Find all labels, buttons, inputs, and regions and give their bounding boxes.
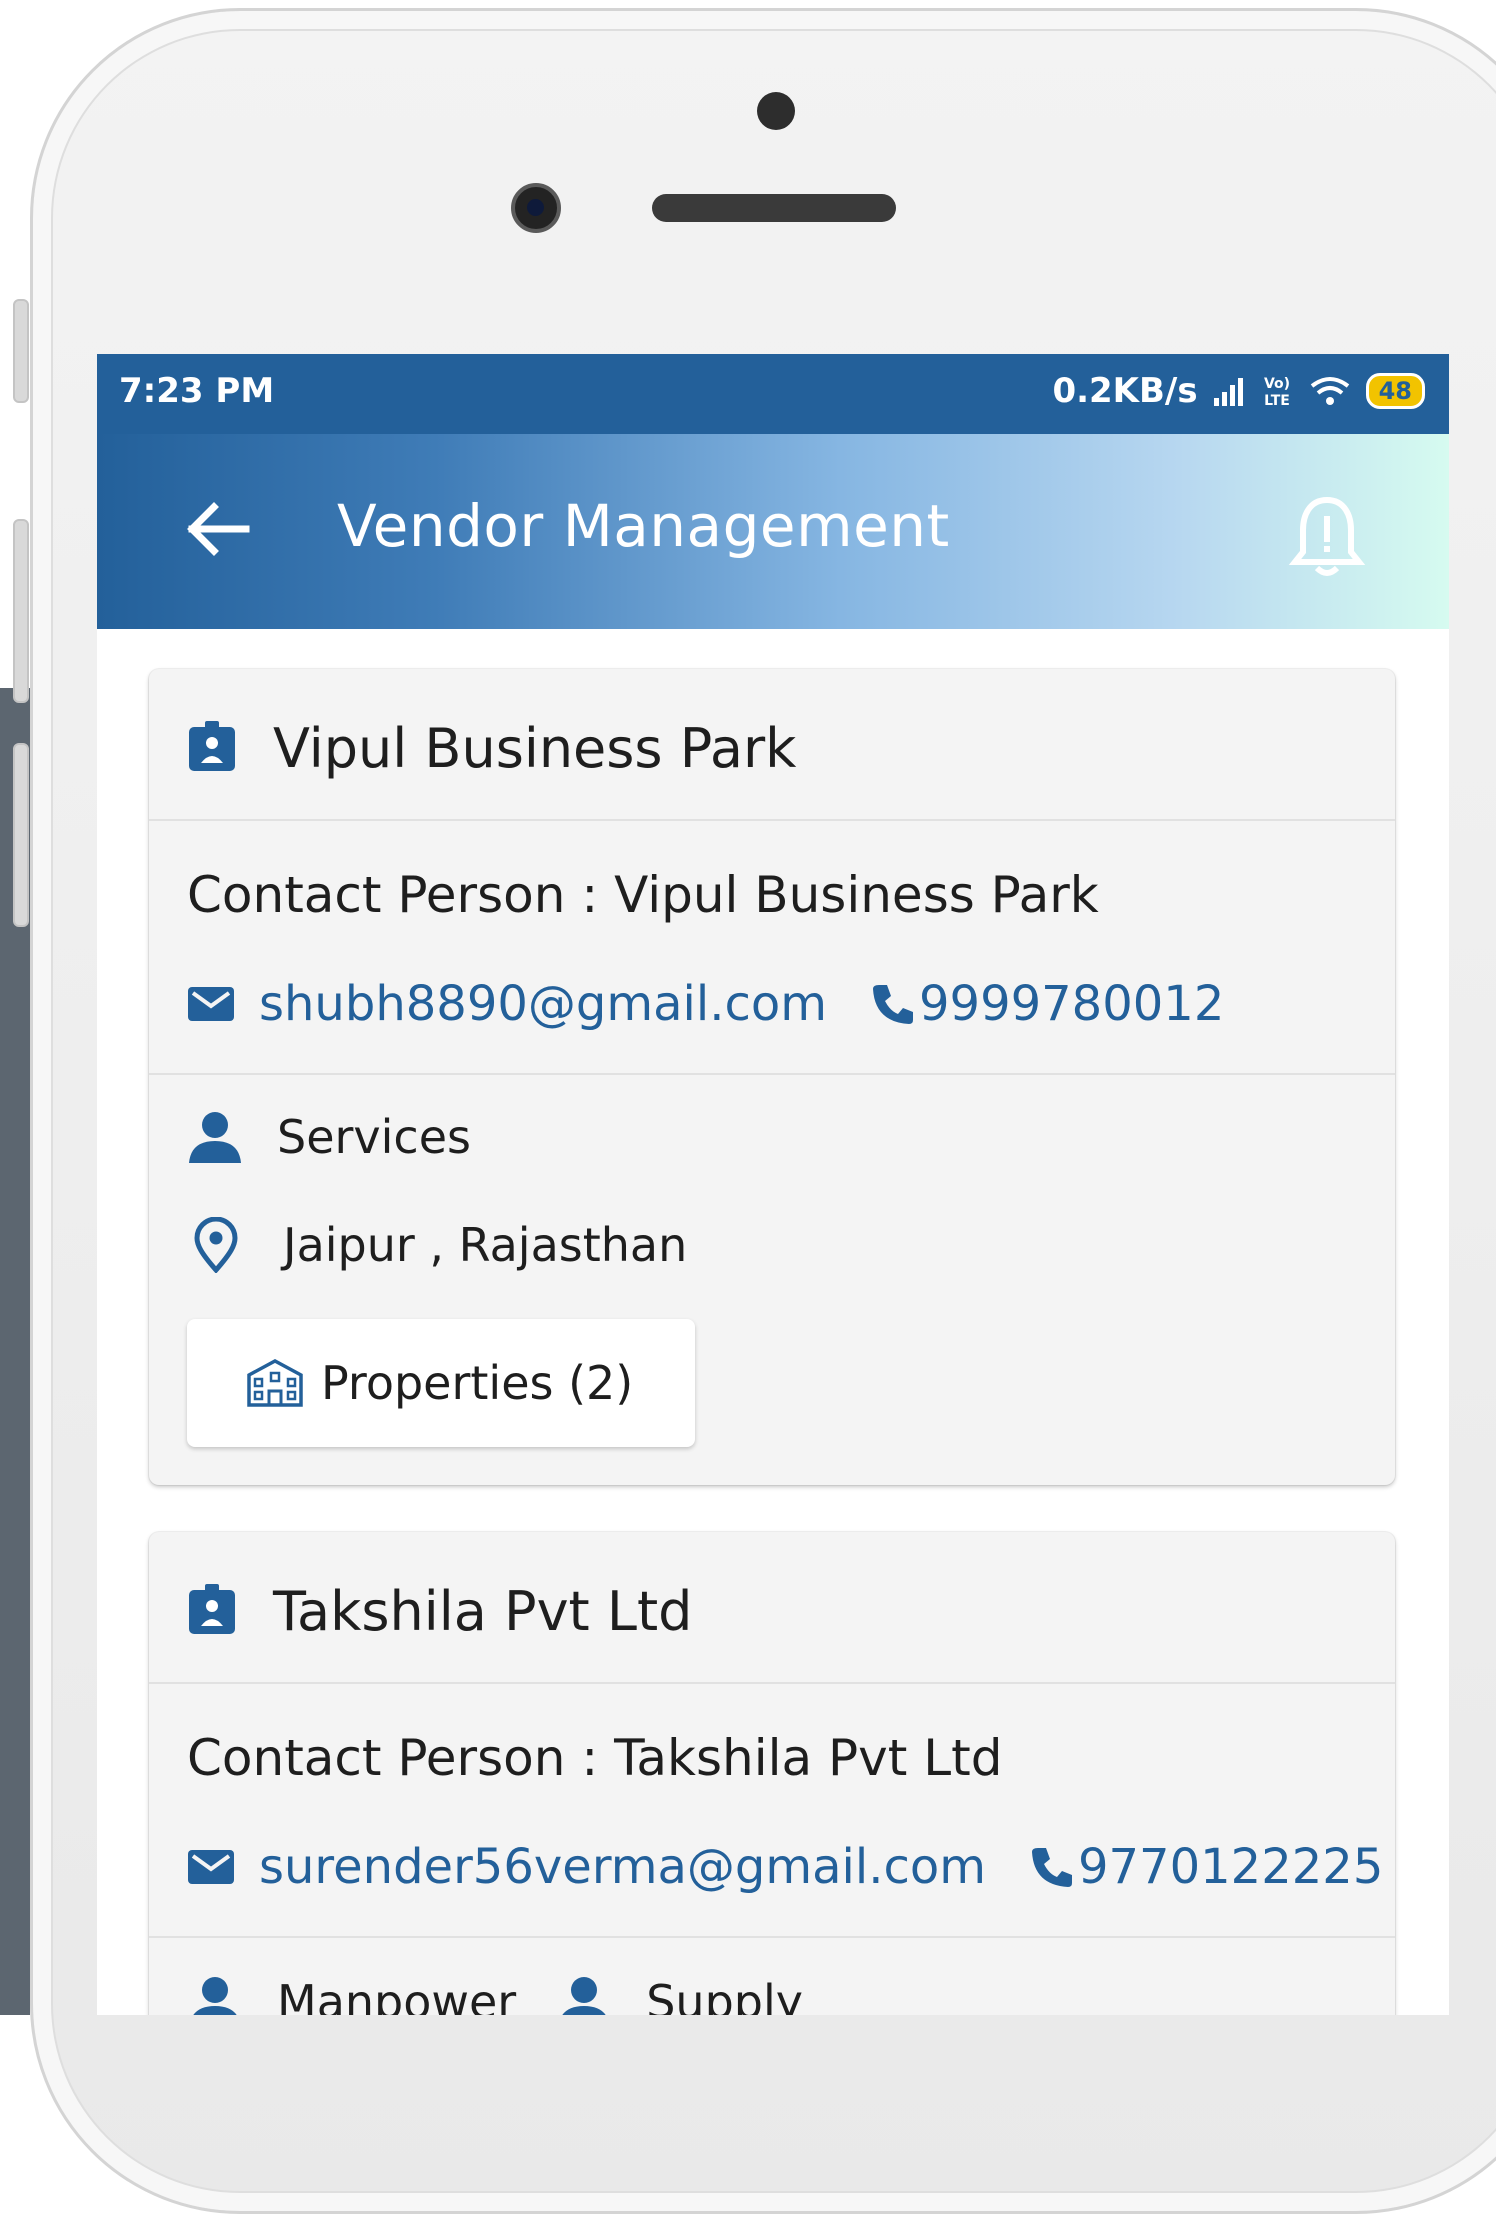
phone-sensor — [757, 92, 795, 130]
contact-person: Contact Person : Takshila Pvt Ltd — [187, 1729, 1002, 1787]
vendor-email-link[interactable]: shubh8890@gmail.com — [259, 976, 827, 1032]
vendor-location: Jaipur , Rajasthan — [283, 1218, 688, 1272]
service-label: Services — [277, 1110, 471, 1164]
volte-icon: Vo) LTE — [1264, 376, 1290, 408]
vendor-phone-link[interactable]: 9770122225 — [1078, 1839, 1383, 1895]
svg-text:LTE: LTE — [1264, 393, 1290, 408]
properties-button[interactable]: Properties (2) — [187, 1319, 695, 1447]
phone-icon — [1031, 1848, 1072, 1887]
contact-person-label: Contact Person : — [187, 1729, 599, 1787]
contact-info-row: shubh8890@gmail.com 9999780012 — [187, 976, 1224, 1032]
arrow-left-icon[interactable] — [182, 499, 252, 559]
services-row: Manpower Supply — [187, 1974, 803, 2015]
location-pin-icon — [194, 1217, 238, 1273]
contact-info-row: surender56verma@gmail.com 9770122225 — [187, 1839, 1383, 1895]
vendor-contact-section: Contact Person : Vipul Business Park shu… — [149, 821, 1395, 1075]
phone-speaker — [652, 194, 896, 222]
phone-icon — [872, 985, 913, 1024]
vendor-card[interactable]: Vipul Business Park Contact Person : Vip… — [149, 669, 1395, 1485]
network-speed: 0.2KB/s — [1052, 371, 1198, 411]
wifi-icon — [1310, 377, 1349, 405]
bell-alert-icon[interactable] — [1287, 494, 1367, 578]
properties-button-label: Properties (2) — [321, 1356, 634, 1410]
battery-icon: 48 — [1365, 373, 1425, 409]
vendor-card[interactable]: Takshila Pvt Ltd Contact Person : Takshi… — [149, 1532, 1395, 2015]
vendor-contact-section: Contact Person : Takshila Pvt Ltd surend… — [149, 1684, 1395, 1938]
service-label: Supply — [646, 1975, 803, 2015]
services-row: Services — [187, 1109, 471, 1165]
person-icon — [189, 1112, 241, 1163]
vendor-name: Takshila Pvt Ltd — [273, 1580, 693, 1643]
person-icon — [193, 1977, 237, 2015]
vendor-phone-link[interactable]: 9999780012 — [919, 976, 1224, 1032]
signal-icon — [1213, 378, 1243, 406]
mail-icon — [188, 987, 234, 1021]
app-screen: 7:23 PM 0.2KB/s Vo) LTE 48 Vendor Manage… — [97, 354, 1449, 2015]
status-indicators: 0.2KB/s Vo) LTE 48 — [1052, 371, 1425, 411]
building-icon — [247, 1359, 303, 1407]
vendor-email-link[interactable]: surender56verma@gmail.com — [259, 1839, 986, 1895]
phone-camera — [511, 183, 561, 233]
phone-side-button — [13, 299, 29, 403]
contact-person: Contact Person : Vipul Business Park — [187, 866, 1099, 924]
contact-person-name: Takshila Pvt Ltd — [614, 1729, 1003, 1787]
id-badge-icon — [189, 721, 235, 771]
person-icon — [562, 1977, 606, 2015]
service-label: Manpower — [277, 1975, 517, 2015]
phone-volume-down-button — [13, 743, 29, 927]
mail-icon — [188, 1850, 234, 1884]
location-row: Jaipur , Rajasthan — [187, 1217, 687, 1273]
phone-volume-up-button — [13, 519, 29, 703]
status-bar: 7:23 PM 0.2KB/s Vo) LTE 48 — [97, 354, 1449, 434]
page-title: Vendor Management — [337, 492, 950, 560]
id-badge-icon — [189, 1584, 235, 1634]
contact-person-name: Vipul Business Park — [614, 866, 1099, 924]
svg-text:Vo): Vo) — [1264, 376, 1290, 392]
contact-person-label: Contact Person : — [187, 866, 599, 924]
vendor-name: Vipul Business Park — [273, 717, 797, 780]
vendor-card-header: Takshila Pvt Ltd — [149, 1532, 1395, 1684]
app-bar: Vendor Management — [97, 434, 1449, 629]
vendor-card-header: Vipul Business Park — [149, 669, 1395, 821]
status-time: 7:23 PM — [119, 371, 275, 411]
